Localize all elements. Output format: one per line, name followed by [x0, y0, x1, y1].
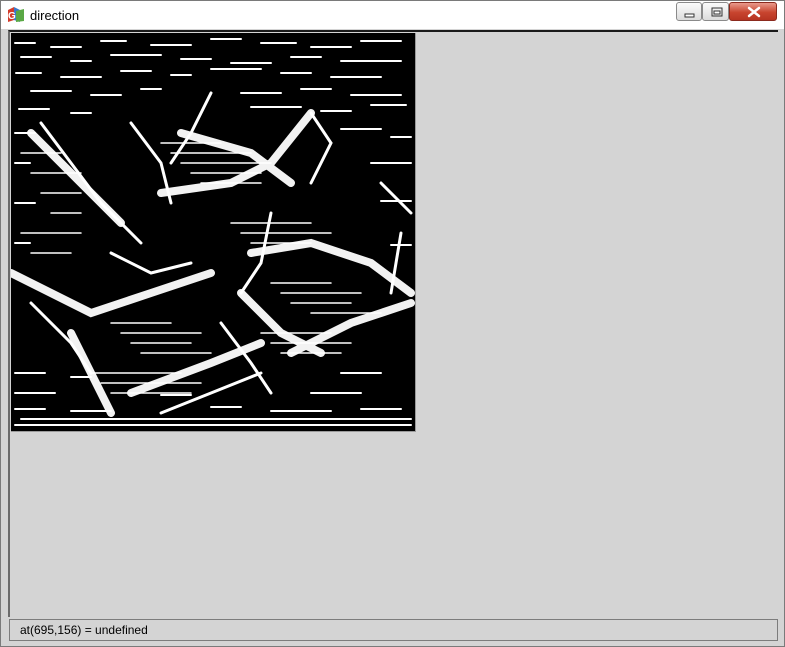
close-icon: [747, 6, 761, 18]
direction-image-canvas[interactable]: [11, 33, 416, 432]
title-bar[interactable]: G direction: [1, 1, 784, 29]
app-window: G direction at(695,156) = undefined: [0, 0, 785, 647]
window-title: direction: [30, 8, 80, 23]
status-bar: at(695,156) = undefined: [9, 619, 778, 641]
close-button[interactable]: [729, 2, 777, 21]
edge-direction-image: [11, 33, 415, 431]
maximize-button[interactable]: [702, 2, 729, 21]
minimize-icon: [684, 13, 695, 18]
status-text: at(695,156) = undefined: [20, 623, 148, 637]
gtk-logo-icon: G: [7, 7, 25, 23]
maximize-icon: [711, 7, 723, 17]
svg-text:G: G: [8, 11, 16, 22]
minimize-button[interactable]: [676, 2, 702, 21]
